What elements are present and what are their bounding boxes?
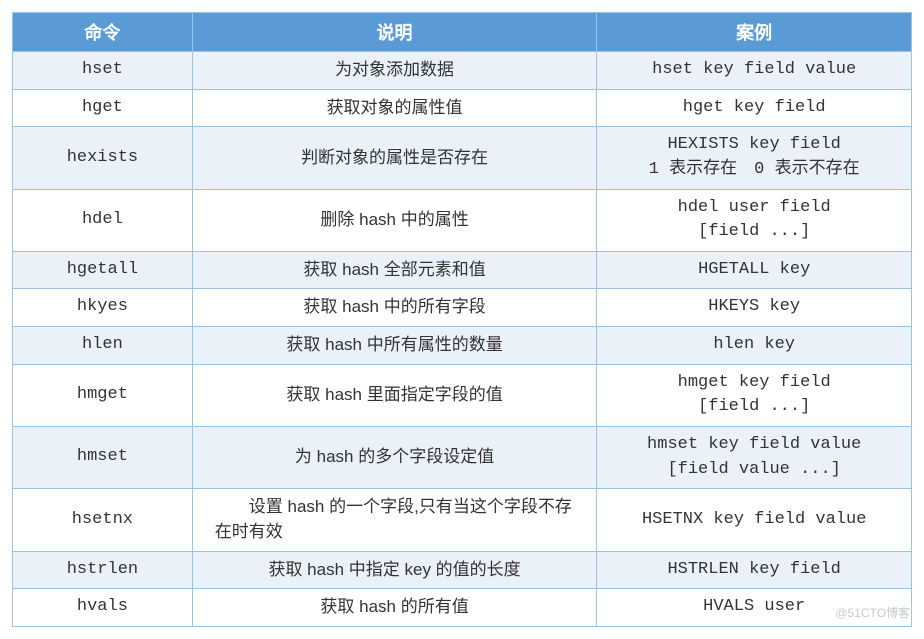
cell-description: 为对象添加数据 <box>192 52 597 90</box>
table-row: hgetall获取 hash 全部元素和值HGETALL key <box>13 251 912 289</box>
cell-command: hsetnx <box>13 489 193 551</box>
cell-description: 判断对象的属性是否存在 <box>192 127 597 189</box>
hash-commands-table: 命令 说明 案例 hset为对象添加数据hset key field value… <box>12 12 912 627</box>
header-description: 说明 <box>192 13 597 52</box>
table-row: hlen获取 hash 中所有属性的数量hlen key <box>13 327 912 365</box>
cell-description: 为 hash 的多个字段设定值 <box>192 427 597 489</box>
table-row: hset为对象添加数据hset key field value <box>13 52 912 90</box>
cell-description: 获取 hash 里面指定字段的值 <box>192 364 597 426</box>
cell-example: hset key field value <box>597 52 912 90</box>
cell-command: hlen <box>13 327 193 365</box>
table-row: hget获取对象的属性值hget key field <box>13 89 912 127</box>
cell-description: 设置 hash 的一个字段,只有当这个字段不存在时有效 <box>192 489 597 551</box>
cell-example: HSETNX key field value <box>597 489 912 551</box>
table-row: hmset为 hash 的多个字段设定值hmset key field valu… <box>13 427 912 489</box>
cell-description: 获取 hash 中指定 key 的值的长度 <box>192 551 597 589</box>
table-row: hstrlen获取 hash 中指定 key 的值的长度HSTRLEN key … <box>13 551 912 589</box>
cell-example: HVALS user <box>597 589 912 627</box>
cell-command: hdel <box>13 189 193 251</box>
cell-command: hexists <box>13 127 193 189</box>
table-row: hvals获取 hash 的所有值HVALS user <box>13 589 912 627</box>
header-command: 命令 <box>13 13 193 52</box>
cell-example: HEXISTS key field1 表示存在 0 表示不存在 <box>597 127 912 189</box>
cell-description: 删除 hash 中的属性 <box>192 189 597 251</box>
cell-example: hmget key field[field ...] <box>597 364 912 426</box>
cell-example: hdel user field[field ...] <box>597 189 912 251</box>
table-header-row: 命令 说明 案例 <box>13 13 912 52</box>
table-body: hset为对象添加数据hset key field valuehget获取对象的… <box>13 52 912 627</box>
cell-command: hget <box>13 89 193 127</box>
cell-command: hvals <box>13 589 193 627</box>
cell-example: HKEYS key <box>597 289 912 327</box>
header-example: 案例 <box>597 13 912 52</box>
table-row: hsetnx 设置 hash 的一个字段,只有当这个字段不存在时有效HSETNX… <box>13 489 912 551</box>
cell-example: hmset key field value[field value ...] <box>597 427 912 489</box>
cell-description: 获取对象的属性值 <box>192 89 597 127</box>
cell-command: hmset <box>13 427 193 489</box>
cell-description: 获取 hash 的所有值 <box>192 589 597 627</box>
cell-example: HGETALL key <box>597 251 912 289</box>
cell-command: hmget <box>13 364 193 426</box>
cell-example: hget key field <box>597 89 912 127</box>
table-row: hkyes获取 hash 中的所有字段HKEYS key <box>13 289 912 327</box>
table-row: hexists判断对象的属性是否存在HEXISTS key field1 表示存… <box>13 127 912 189</box>
table-row: hmget获取 hash 里面指定字段的值hmget key field[fie… <box>13 364 912 426</box>
cell-command: hkyes <box>13 289 193 327</box>
cell-command: hgetall <box>13 251 193 289</box>
cell-command: hstrlen <box>13 551 193 589</box>
cell-description: 获取 hash 中所有属性的数量 <box>192 327 597 365</box>
cell-example: HSTRLEN key field <box>597 551 912 589</box>
table-row: hdel删除 hash 中的属性hdel user field[field ..… <box>13 189 912 251</box>
cell-description: 获取 hash 中的所有字段 <box>192 289 597 327</box>
cell-example: hlen key <box>597 327 912 365</box>
cell-description: 获取 hash 全部元素和值 <box>192 251 597 289</box>
cell-command: hset <box>13 52 193 90</box>
